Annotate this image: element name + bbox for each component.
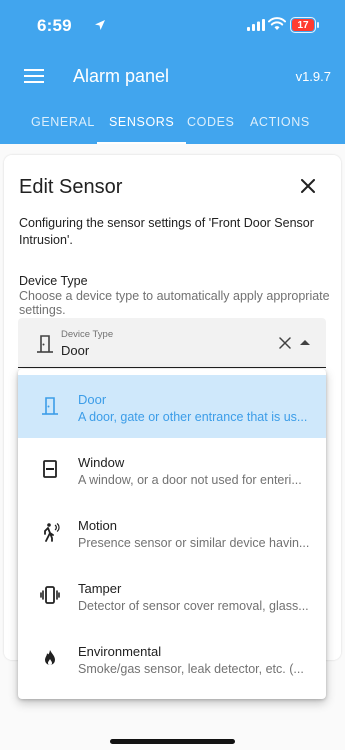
- battery-percent: 17: [297, 19, 309, 31]
- tab-sensors[interactable]: SENSORS: [96, 100, 187, 144]
- caret-up-icon[interactable]: [300, 340, 310, 345]
- tab-codes[interactable]: CODES: [187, 100, 234, 144]
- cellular-signal-icon: [247, 19, 265, 31]
- battery-cap: [317, 22, 319, 28]
- device-type-select[interactable]: Device Type Door: [18, 318, 326, 368]
- device-type-help: Choose a device type to automatically ap…: [19, 289, 330, 317]
- version-label: v1.9.7: [295, 69, 331, 84]
- fire-icon: [45, 650, 55, 665]
- page-title: Alarm panel: [73, 66, 170, 86]
- door-icon: [37, 335, 53, 353]
- option-subtitle: Detector of sensor cover removal, glass.…: [78, 599, 309, 613]
- option-title: Window: [78, 455, 125, 470]
- option-door[interactable]: Door A door, gate or other entrance that…: [18, 375, 326, 438]
- hamburger-menu-icon[interactable]: [24, 69, 44, 85]
- option-window[interactable]: Window A window, or a door not used for …: [18, 438, 326, 501]
- home-indicator[interactable]: [110, 739, 235, 744]
- option-subtitle: A door, gate or other entrance that is u…: [78, 410, 308, 424]
- option-subtitle: Smoke/gas sensor, leak detector, etc. (.…: [78, 662, 304, 676]
- option-subtitle: A window, or a door not used for enteri.…: [78, 473, 302, 487]
- status-bar: 6:59 17: [0, 14, 345, 38]
- location-arrow-icon: [95, 20, 105, 30]
- tab-bar: GENERAL SENSORS CODES ACTIONS: [0, 100, 345, 144]
- clear-icon[interactable]: [279, 337, 291, 349]
- option-title: Tamper: [78, 581, 122, 596]
- window-icon: [43, 460, 57, 478]
- option-title: Motion: [78, 518, 118, 533]
- device-type-label: Device Type: [19, 274, 88, 288]
- wifi-icon: [268, 17, 286, 30]
- status-time: 6:59: [37, 16, 72, 35]
- device-type-menu: Door A door, gate or other entrance that…: [18, 369, 326, 699]
- battery-indicator: 17: [290, 17, 316, 33]
- option-title: Environmental: [78, 644, 162, 659]
- tab-general[interactable]: GENERAL: [31, 100, 95, 144]
- motion-icon: [44, 523, 60, 542]
- tab-actions[interactable]: ACTIONS: [250, 100, 310, 144]
- option-subtitle: Presence sensor or similar device havin.…: [78, 536, 310, 550]
- door-icon: [42, 397, 58, 415]
- option-motion[interactable]: Motion Presence sensor or similar device…: [18, 501, 326, 564]
- close-icon[interactable]: [301, 179, 315, 193]
- option-environmental[interactable]: Environmental Smoke/gas sensor, leak det…: [18, 627, 326, 690]
- battery-level: 17: [292, 19, 314, 31]
- option-tamper[interactable]: Tamper Detector of sensor cover removal,…: [18, 564, 326, 627]
- app-header: 6:59 17 Alarm panel v1.9.7 GENERAL SENSO…: [0, 0, 345, 144]
- option-title: Door: [78, 392, 107, 407]
- vibrate-icon: [40, 586, 60, 604]
- dialog-title: Edit Sensor: [19, 176, 123, 198]
- select-value: Door: [61, 343, 90, 358]
- select-floating-label: Device Type: [61, 329, 114, 340]
- dialog-description: Configuring the sensor settings of 'Fron…: [19, 216, 314, 247]
